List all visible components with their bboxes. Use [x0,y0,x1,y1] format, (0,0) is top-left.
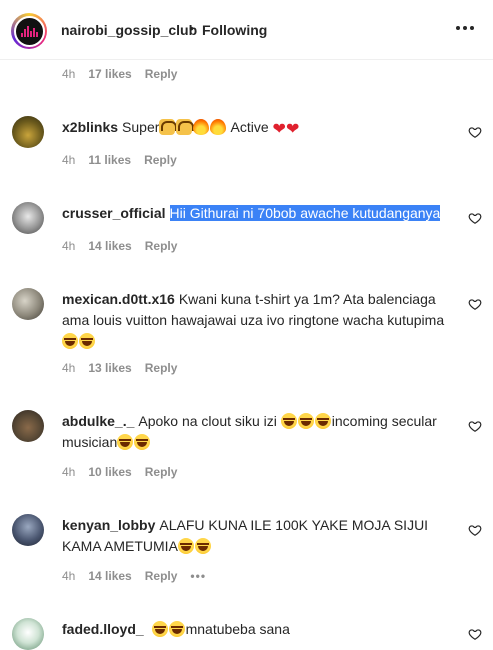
face-with-tears-of-joy-icon [297,413,314,429]
comment-time: 4h [62,465,76,479]
comment-time: 4h [62,153,76,167]
post-header: nairobi_gossip_club • Following [0,0,493,60]
comment-time: 4h [62,569,76,583]
reply-button[interactable]: Reply [145,67,178,81]
face-with-tears-of-joy-icon [194,538,211,554]
avatar[interactable] [12,202,44,234]
account-avatar[interactable] [11,13,47,49]
face-with-tears-of-joy-icon [151,621,168,637]
comment-text: mexican.d0tt.x16 Kwani kuna t-shirt ya 1m… [62,289,457,352]
comment-text: abdulke_._ Apoko na clout siku izi incomi… [62,413,437,450]
avatar[interactable] [12,116,44,148]
comment-meta: 4h 13 likes Reply [62,361,177,375]
avatar[interactable] [12,514,44,546]
like-heart-icon[interactable] [468,419,482,433]
face-with-tears-of-joy-icon [314,413,331,429]
comment-meta: 4h 14 likes Reply ••• [62,569,206,583]
face-with-tears-of-joy-icon [62,333,78,349]
comment-options-icon[interactable]: ••• [190,569,206,583]
comment-text: crusser_official Hii Githurai ni 70bob aw… [62,203,442,224]
reply-button[interactable]: Reply [145,361,178,375]
comment-time: 4h [62,361,76,375]
separator-dot: • [189,20,194,36]
comment-likes[interactable]: 10 likes [88,465,131,479]
like-heart-icon[interactable] [468,297,482,311]
raising-hands-icon [176,119,195,135]
nairobi-gossip-logo-icon [13,15,45,47]
comment-likes[interactable]: 14 likes [88,239,131,253]
comment-time: 4h [62,239,76,253]
fire-icon [193,119,210,135]
face-with-tears-of-joy-icon [117,434,134,450]
comment-meta: 4h 14 likes Reply [62,239,177,253]
comment-likes[interactable]: 11 likes [88,153,131,167]
face-with-tears-of-joy-icon [177,538,194,554]
reply-button[interactable]: Reply [145,569,178,583]
more-horizontal-icon[interactable] [455,18,475,38]
face-with-tears-of-joy-icon [79,333,95,349]
like-heart-icon[interactable] [468,125,482,139]
raising-hands-icon [159,119,178,135]
avatar[interactable] [12,288,44,320]
selected-comment-text: Hii Githurai ni 70bob awache kutudangany… [169,205,441,221]
following-button[interactable]: Following [202,22,267,38]
fire-icon [210,119,227,135]
reply-button[interactable]: Reply [145,465,178,479]
comment-username[interactable]: abdulke_._ [62,413,134,429]
comment-likes[interactable]: 17 likes [88,67,131,81]
red-heart-icon: ❤ [285,121,300,138]
reply-button[interactable]: Reply [144,153,177,167]
comment-username[interactable]: x2blinks [62,119,118,135]
like-heart-icon[interactable] [468,523,482,537]
comment-meta: 4h 11 likes Reply [62,153,177,167]
comment-likes[interactable]: 13 likes [88,361,131,375]
account-username[interactable]: nairobi_gossip_club [61,22,197,38]
face-with-tears-of-joy-icon [134,434,151,450]
comment-username[interactable]: faded.lloyd_ [62,621,144,637]
comment-likes[interactable]: 14 likes [88,569,131,583]
comment-meta: 4h 17 likes Reply [62,67,177,81]
face-with-tears-of-joy-icon [168,621,185,637]
comment-meta: 4h 10 likes Reply [62,465,177,479]
comment-username[interactable]: mexican.d0tt.x16 [62,291,175,307]
like-heart-icon[interactable] [468,627,482,641]
avatar[interactable] [12,410,44,442]
comment-text: faded.lloyd_ mnatubeba sana [62,621,290,637]
comment-username[interactable]: kenyan_lobby [62,517,155,533]
face-with-tears-of-joy-icon [280,413,297,429]
like-heart-icon[interactable] [468,211,482,225]
comment-text: kenyan_lobby ALAFU KUNA ILE 100K YAKE MOJ… [62,517,429,554]
reply-button[interactable]: Reply [145,239,178,253]
red-heart-icon: ❤ [272,121,286,138]
comment-text: x2blinks Super Active ❤❤ [62,119,300,138]
comment-time: 4h [62,67,76,81]
avatar[interactable] [12,618,44,650]
comment-username[interactable]: crusser_official [62,205,166,221]
